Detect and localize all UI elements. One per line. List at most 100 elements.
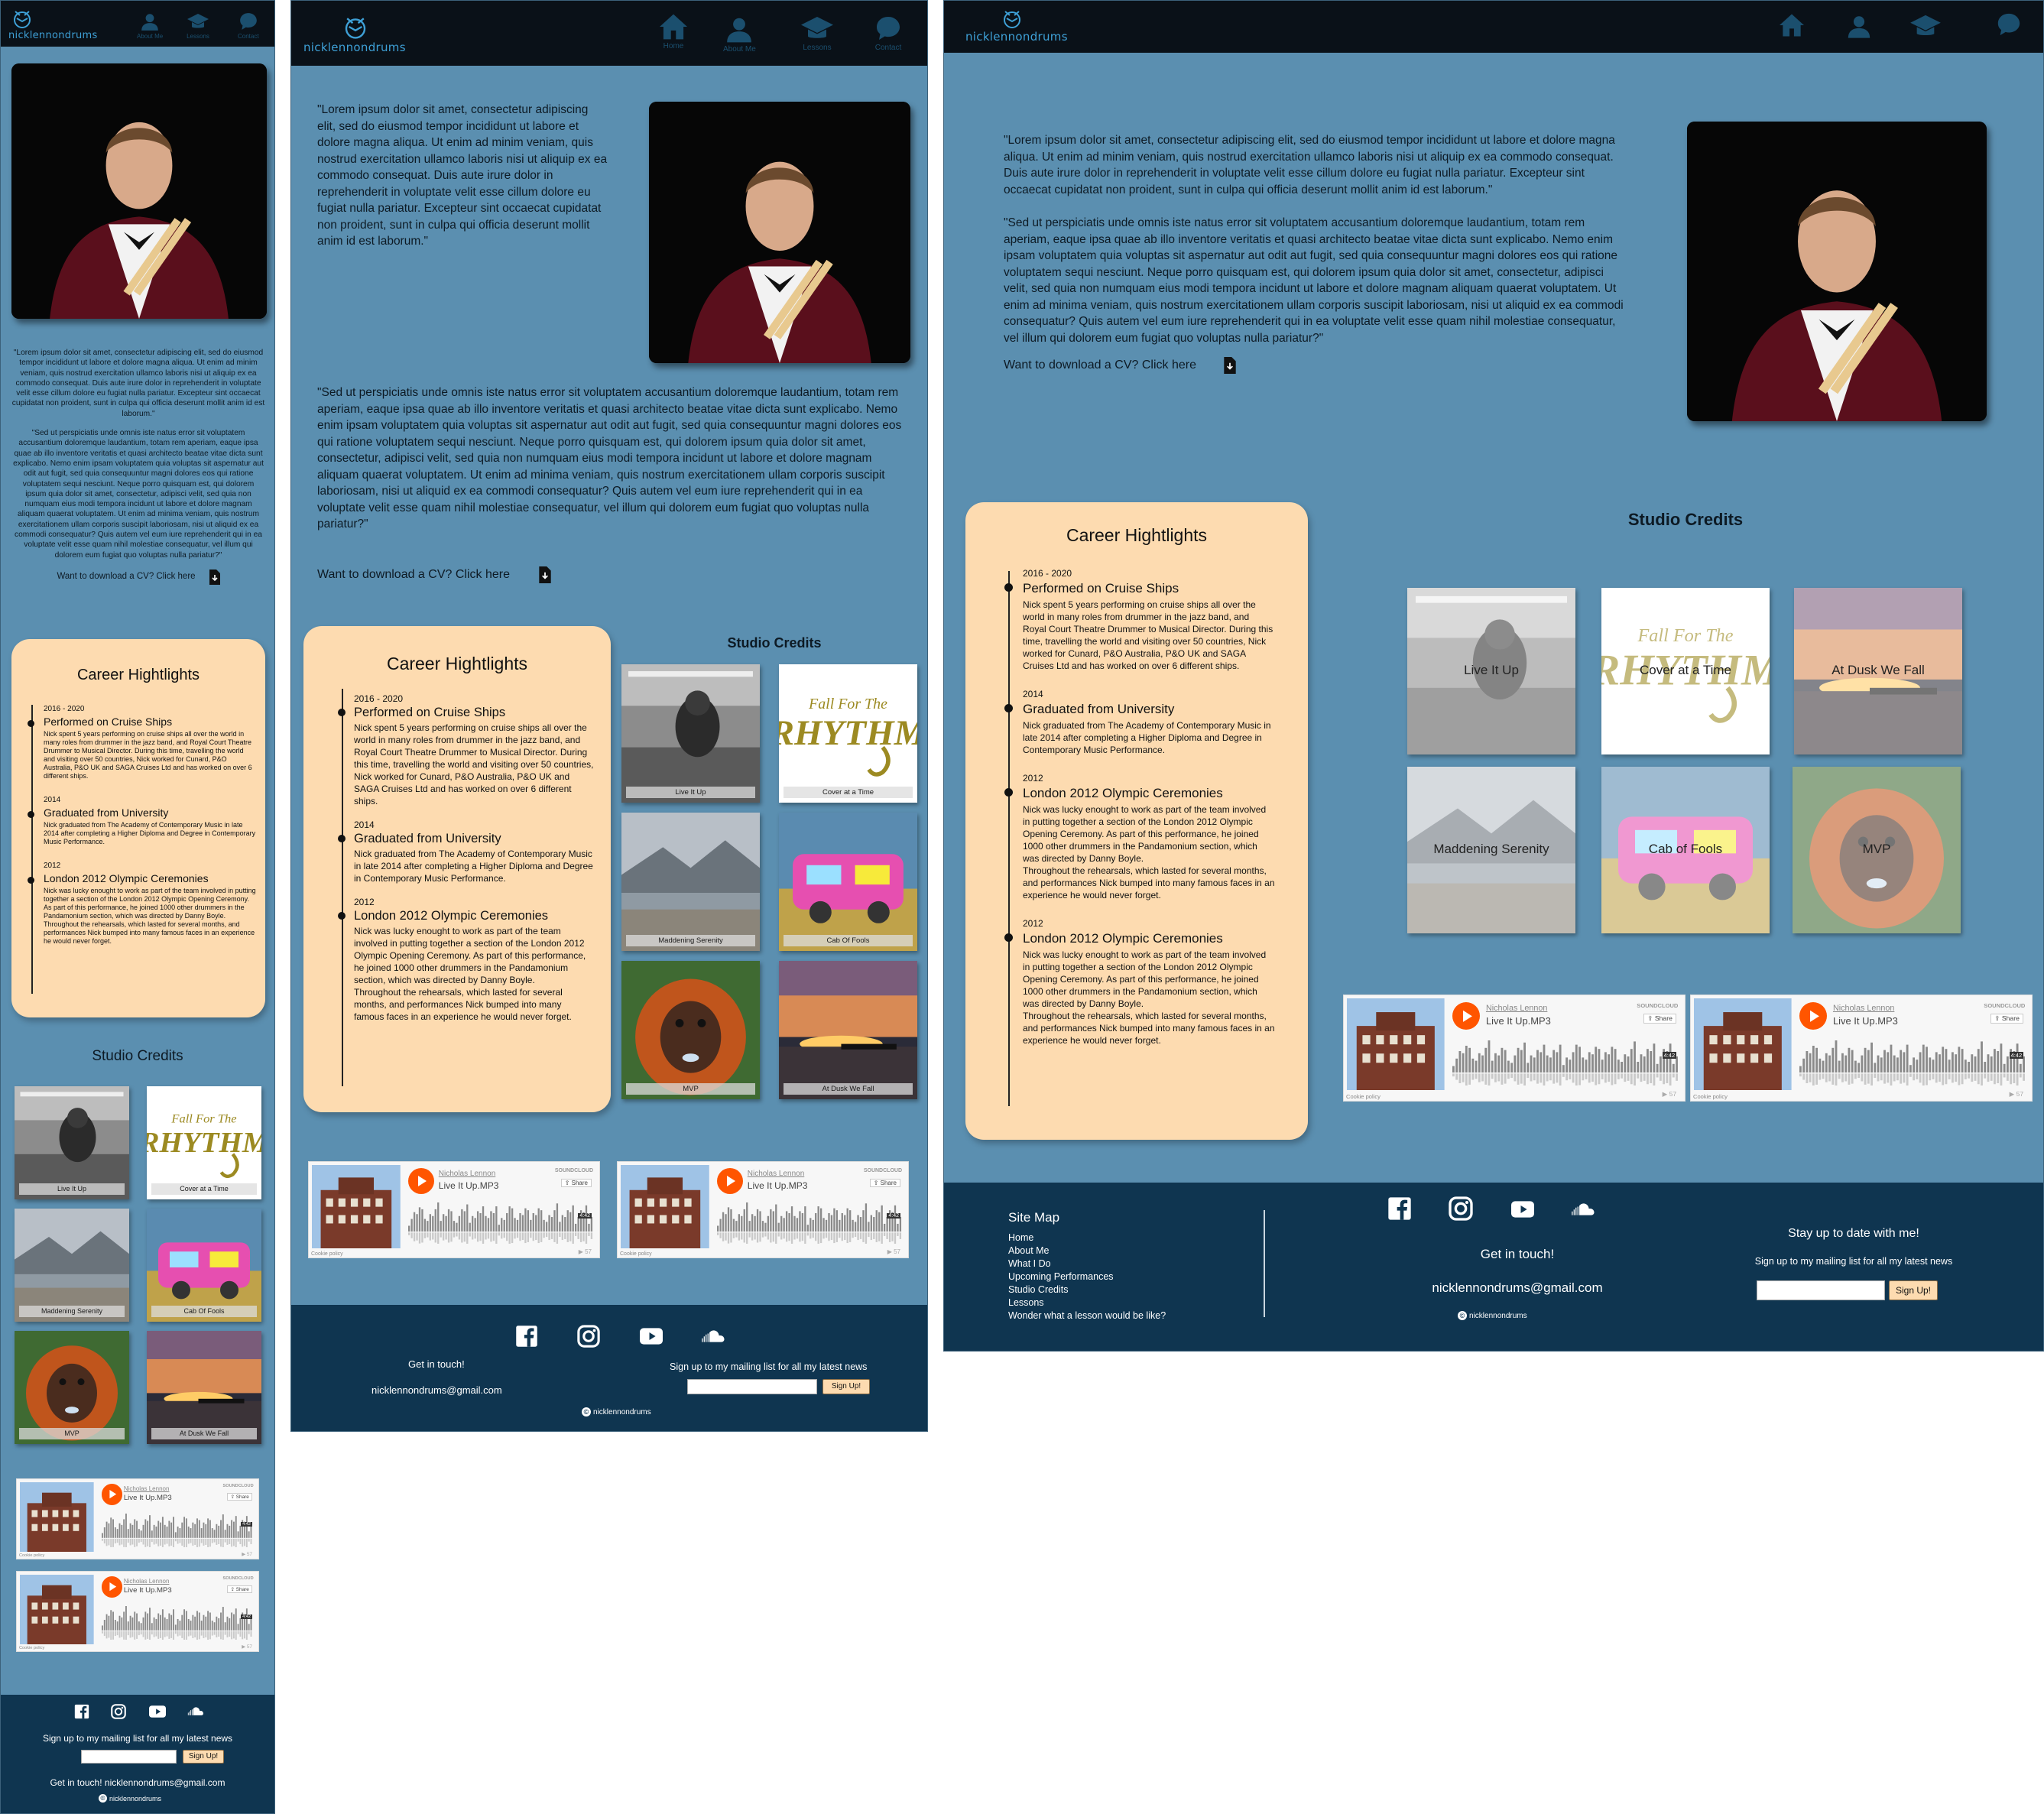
instagram-icon[interactable] [577,1325,600,1348]
cookie-policy-link[interactable]: Cookie policy [311,1251,343,1257]
sc-track[interactable]: Live It Up.MP3 [1833,1015,1898,1027]
credit-tile[interactable]: Live It Up [621,664,760,803]
logo[interactable]: nicklennondrums [8,7,98,41]
credit-tile[interactable]: Maddening Serenity [15,1209,129,1322]
facebook-icon[interactable] [1387,1196,1412,1221]
soundcloud-player[interactable]: Nicholas Lennon Live It Up.MP3 SOUNDCLOUD ⇪… [16,1571,259,1652]
share-button[interactable]: ⇪ Share [227,1492,252,1501]
credit-tile[interactable]: RHYTHMFall For TheCover at a Time [1601,588,1770,754]
cookie-policy-link[interactable]: Cookie policy [1693,1093,1728,1100]
waveform[interactable] [101,1513,252,1548]
nav-contact[interactable]: Contact [874,15,902,52]
nav-about[interactable]: About Me [723,15,756,54]
play-button[interactable] [1799,1001,1828,1030]
youtube-icon[interactable] [1511,1201,1534,1218]
waveform[interactable] [101,1605,252,1640]
credit-tile[interactable]: MVP [621,961,760,1099]
waveform[interactable] [1452,1040,1679,1085]
waveform[interactable] [716,1202,902,1244]
cv-download[interactable]: Want to download a CV? Click here [1004,357,1624,374]
sitemap-link[interactable]: Studio Credits [1008,1283,1166,1296]
nav-lessons[interactable] [1909,13,1942,39]
nav-lessons[interactable]: Lessons [800,15,835,52]
credit-tile[interactable]: Live It Up [1407,588,1575,754]
credit-tile[interactable]: RHYTHMFall For TheCover at a Time [779,664,917,803]
share-button[interactable]: ⇪ Share [560,1179,592,1187]
play-button[interactable] [1452,1001,1481,1030]
cookie-policy-link[interactable]: Cookie policy [19,1646,44,1650]
signup-button[interactable]: Sign Up! [1889,1280,1938,1300]
soundcloud-player[interactable]: Nicholas Lennon Live It Up.MP3 SOUNDCLOUD ⇪… [16,1478,259,1559]
sitemap-link[interactable]: Lessons [1008,1296,1166,1309]
soundcloud-player[interactable]: Nicholas Lennon Live It Up.MP3 SOUNDCLOUD ⇪… [617,1161,909,1258]
footer-email[interactable]: nicklennondrums@gmail.com [1403,1280,1632,1296]
logo[interactable]: nicklennondrums [303,13,406,54]
soundcloud-icon[interactable] [187,1705,204,1716]
soundcloud-icon[interactable] [1571,1201,1595,1216]
credit-tile[interactable]: MVP [15,1331,129,1444]
credit-tile[interactable]: Live It Up [15,1086,129,1199]
credit-tile[interactable]: Maddening Serenity [1407,767,1575,933]
share-button[interactable]: ⇪ Share [227,1585,252,1593]
share-button[interactable]: ⇪ Share [869,1179,900,1187]
download-icon[interactable] [1224,357,1236,374]
facebook-icon[interactable] [515,1325,538,1348]
download-icon[interactable] [539,566,551,583]
signup-button[interactable]: Sign Up! [183,1750,224,1764]
nav-contact[interactable] [1996,11,2022,37]
signup-button[interactable]: Sign Up! [822,1379,870,1394]
cookie-policy-link[interactable]: Cookie policy [620,1251,652,1257]
nav-lessons[interactable]: Lessons [187,11,209,40]
download-icon[interactable] [209,569,220,585]
sitemap-link[interactable]: About Me [1008,1244,1166,1257]
sc-artist[interactable]: Nicholas Lennon [748,1170,805,1178]
nav-about[interactable] [1846,13,1872,39]
newsletter-email-input[interactable] [687,1379,817,1394]
credit-tile[interactable]: At Dusk We Fall [1794,588,1962,754]
credit-tile[interactable]: RHYTHMFall For TheCover at a Time [147,1086,261,1199]
play-button[interactable] [101,1576,122,1598]
sc-track[interactable]: Live It Up.MP3 [124,1586,172,1595]
cookie-policy-link[interactable]: Cookie policy [19,1553,44,1558]
logo[interactable]: nicklennondrums [965,7,1068,44]
sc-artist[interactable]: Nicholas Lennon [439,1170,496,1178]
credit-tile[interactable]: Cab of Fools [1601,767,1770,933]
newsletter-email-input[interactable] [81,1750,177,1764]
play-button[interactable] [101,1484,122,1505]
nav-home[interactable]: Home [658,13,689,50]
waveform[interactable] [1799,1040,2026,1085]
youtube-icon[interactable] [149,1705,166,1718]
credit-tile[interactable]: At Dusk We Fall [779,961,917,1099]
cv-download[interactable]: Want to download a CV? Click here [11,569,265,585]
soundcloud-player[interactable]: Nicholas Lennon Live It Up.MP3 SOUNDCLOUD ⇪… [1690,995,2033,1102]
cookie-policy-link[interactable]: Cookie policy [1346,1093,1381,1100]
instagram-icon[interactable] [1449,1196,1473,1221]
footer-contact[interactable]: Get in touch! nicklennondrums@gmail.com [1,1777,274,1788]
sc-track[interactable]: Live It Up.MP3 [439,1180,499,1191]
nav-about[interactable]: About Me [137,11,163,40]
sc-artist[interactable]: Nicholas Lennon [124,1578,170,1585]
nav-contact[interactable]: Contact [238,11,259,40]
share-button[interactable]: ⇪ Share [1643,1013,1677,1024]
sc-track[interactable]: Live It Up.MP3 [124,1494,172,1502]
sitemap-link[interactable]: Upcoming Performances [1008,1270,1166,1283]
cv-download[interactable]: Want to download a CV? Click here [317,566,551,583]
sitemap-link[interactable]: What I Do [1008,1257,1166,1270]
newsletter-email-input[interactable] [1757,1280,1885,1300]
share-button[interactable]: ⇪ Share [1990,1013,2024,1024]
waveform[interactable] [407,1202,593,1244]
footer-email[interactable]: nicklennondrums@gmail.com [371,1384,502,1396]
sc-track[interactable]: Live It Up.MP3 [748,1180,808,1191]
sc-artist[interactable]: Nicholas Lennon [1833,1004,1894,1013]
soundcloud-player[interactable]: Nicholas Lennon Live It Up.MP3 SOUNDCLOUD ⇪… [1343,995,1685,1102]
soundcloud-player[interactable]: Nicholas Lennon Live It Up.MP3 SOUNDCLOUD ⇪… [308,1161,600,1258]
sitemap-link[interactable]: Wonder what a lesson would be like? [1008,1309,1166,1322]
instagram-icon[interactable] [111,1704,126,1719]
credit-tile[interactable]: At Dusk We Fall [147,1331,261,1444]
credit-tile[interactable]: Cab Of Fools [779,813,917,951]
play-button[interactable] [407,1168,434,1194]
sitemap-link[interactable]: Home [1008,1232,1166,1244]
sc-artist[interactable]: Nicholas Lennon [1486,1004,1547,1013]
play-button[interactable] [716,1168,743,1194]
credit-tile[interactable]: Cab Of Fools [147,1209,261,1322]
